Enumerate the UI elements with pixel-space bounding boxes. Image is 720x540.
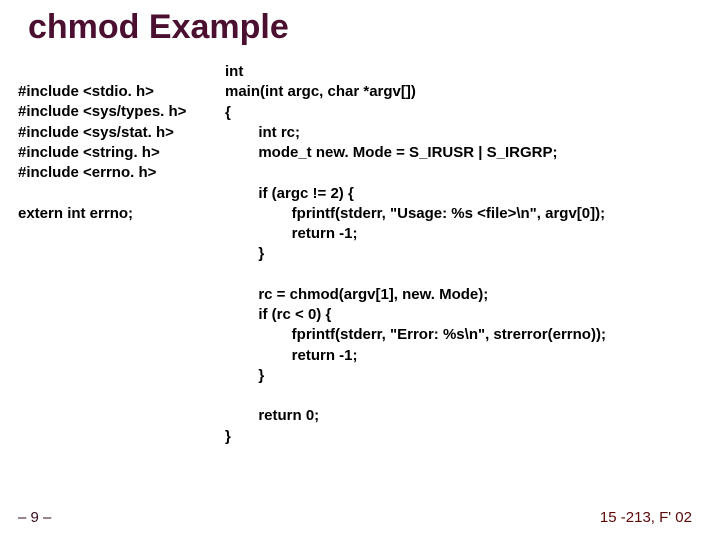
code-right-column: int main(int argc, char *argv[]) { int r… [225,62,606,447]
code-left-column: #include <stdio. h> #include <sys/types.… [18,82,186,224]
page-number: – 9 – [18,509,51,526]
slide-title: chmod Example [28,8,289,47]
course-label: 15 -213, F' 02 [600,509,692,526]
slide: chmod Example #include <stdio. h> #inclu… [0,0,720,540]
